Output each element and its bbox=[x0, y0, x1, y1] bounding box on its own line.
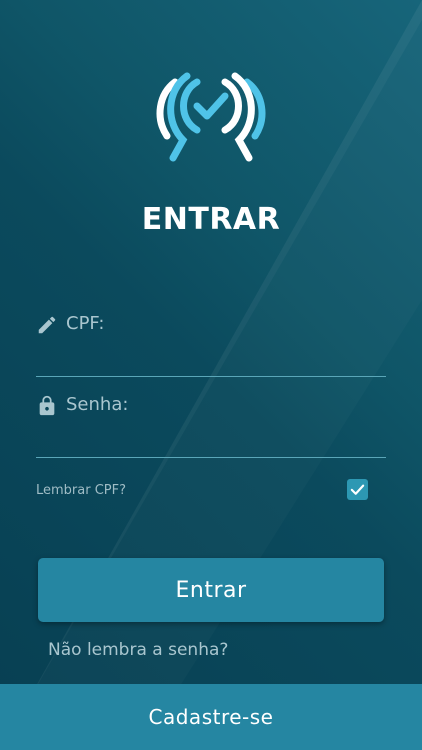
page-title: ENTRAR bbox=[141, 202, 281, 237]
app-logo bbox=[156, 72, 266, 162]
cpf-field[interactable]: CPF: bbox=[36, 313, 390, 377]
signup-button[interactable]: Cadastre-se bbox=[0, 684, 422, 750]
lock-icon bbox=[39, 395, 55, 416]
senha-input[interactable] bbox=[36, 425, 390, 455]
pencil-icon bbox=[38, 316, 56, 334]
login-button[interactable]: Entrar bbox=[38, 558, 384, 622]
senha-field[interactable]: Senha: bbox=[36, 394, 390, 458]
login-screen: ENTRAR CPF: Senha: Lembrar CPF? Entrar N… bbox=[0, 0, 422, 750]
forgot-password-link[interactable]: Não lembra a senha? bbox=[48, 640, 228, 660]
remember-cpf-row: Lembrar CPF? bbox=[36, 479, 368, 503]
remember-cpf-checkbox[interactable] bbox=[347, 479, 368, 500]
cpf-input[interactable] bbox=[36, 344, 390, 374]
checkmark-icon bbox=[350, 484, 365, 495]
remember-cpf-label: Lembrar CPF? bbox=[36, 483, 127, 498]
cpf-label: CPF: bbox=[66, 313, 105, 334]
senha-label: Senha: bbox=[66, 394, 129, 415]
